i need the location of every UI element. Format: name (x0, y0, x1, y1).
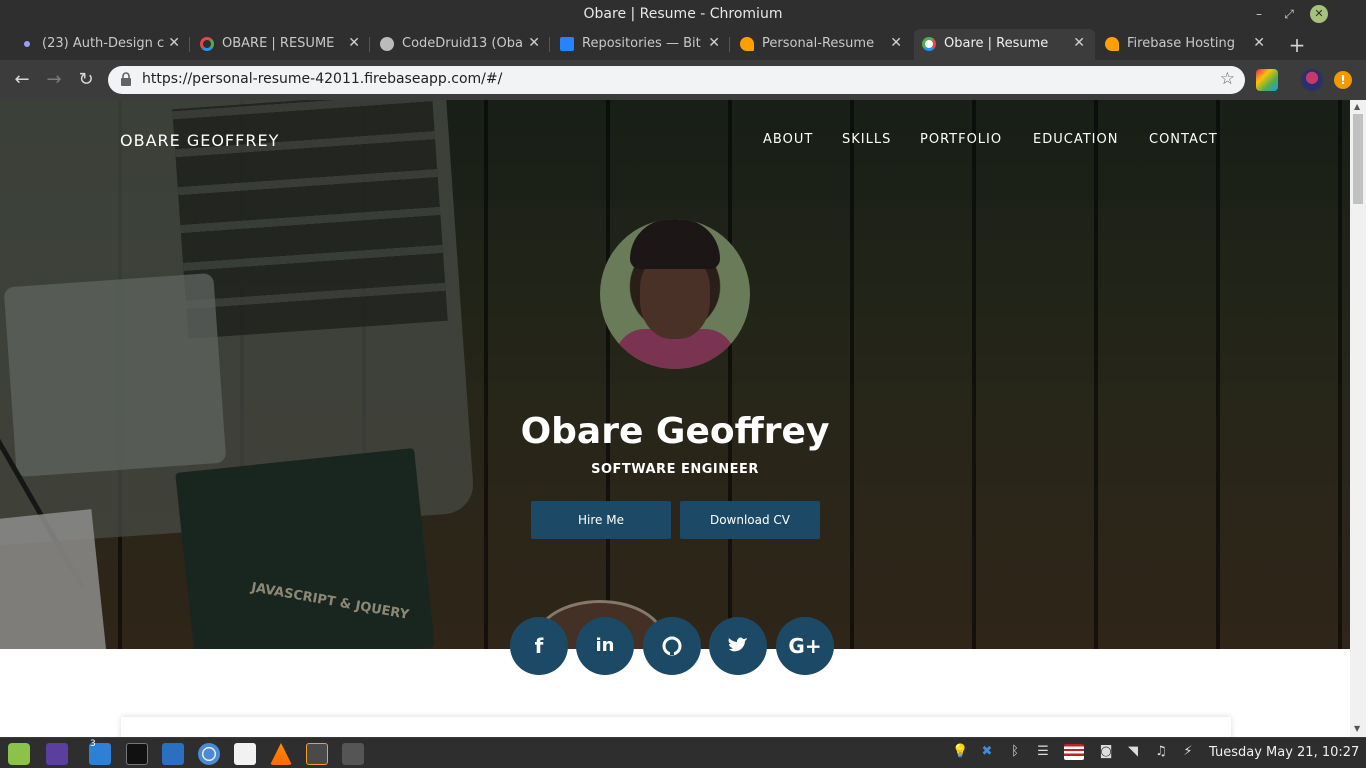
hero-name: Obare Geoffrey (520, 411, 830, 452)
chromium-icon[interactable] (198, 743, 220, 765)
tab-label: (23) Auth-Design c (42, 36, 165, 51)
url-text: https://personal-resume-42011.firebaseap… (142, 71, 503, 87)
tab-firebase-hosting[interactable]: Firebase Hosting ✕ (1097, 29, 1275, 60)
linkedin-icon[interactable]: in (576, 617, 634, 675)
sublime-icon[interactable] (306, 743, 328, 765)
vscode-icon[interactable] (162, 743, 184, 765)
nav-about[interactable]: ABOUT (763, 132, 813, 147)
minimize-icon[interactable]: – (1250, 5, 1268, 23)
power-icon[interactable]: ⚡ (1180, 744, 1196, 760)
tab-label: OBARE | RESUME (222, 36, 335, 51)
page-viewport: JAVASCRIPT & JQUERY OBARE GEOFFREY ABOUT… (0, 100, 1350, 737)
nav-contact[interactable]: CONTACT (1149, 132, 1218, 147)
tab-bitbucket[interactable]: Repositories — Bit ✕ (552, 29, 730, 60)
clock[interactable]: Tuesday May 21, 10:27 (1209, 745, 1359, 760)
dot-icon (24, 41, 30, 47)
window-titlebar: Obare | Resume - Chromium – ⤢ ✕ (0, 0, 1366, 29)
notes-icon[interactable]: ☰ (1035, 744, 1051, 760)
hire-me-button[interactable]: Hire Me (531, 501, 671, 539)
tab-label: Obare | Resume (944, 36, 1049, 51)
extension-icon[interactable] (1256, 69, 1278, 91)
spinner-icon (922, 37, 936, 51)
tab-codedruid[interactable]: CodeDruid13 (Oba ✕ (372, 29, 550, 60)
close-tab-icon[interactable]: ✕ (1073, 35, 1085, 51)
bookmark-star-icon[interactable]: ☆ (1220, 69, 1235, 89)
scroll-thumb[interactable] (1353, 114, 1363, 204)
browser-toolbar: ← → ↻ https://personal-resume-42011.fire… (0, 60, 1366, 100)
workspace-icon[interactable] (46, 743, 68, 765)
music-icon[interactable]: ♫ (1153, 744, 1169, 760)
github-logo-shape (662, 636, 682, 656)
update-alert-icon[interactable]: ! (1334, 71, 1352, 89)
google-plus-icon[interactable]: G+ (776, 617, 834, 675)
spinner-icon (200, 37, 214, 51)
mint-menu-icon[interactable] (8, 743, 30, 765)
vlc-icon[interactable] (270, 743, 292, 765)
nav-skills[interactable]: SKILLS (842, 132, 891, 147)
page-scrollbar[interactable]: ▲ ▼ (1350, 100, 1366, 737)
tab-personal-resume[interactable]: Personal-Resume ✕ (732, 29, 912, 60)
restore-icon[interactable]: ⤢ (1280, 5, 1298, 23)
hero-role: SOFTWARE ENGINEER (591, 462, 759, 477)
tray-bulb-icon[interactable]: 💡 (952, 744, 968, 760)
download-cv-button[interactable]: Download CV (680, 501, 820, 539)
taskbar: 3 💡 ✖ ᛒ ☰ ◙ ◥ ♫ ⚡ Tuesday May 21, 10:27 (0, 737, 1366, 768)
about-card (121, 717, 1231, 737)
address-bar[interactable]: https://personal-resume-42011.firebaseap… (108, 66, 1245, 94)
forward-icon[interactable]: → (42, 68, 66, 92)
new-tab-icon[interactable]: + (1286, 33, 1308, 57)
screenshot-icon[interactable]: ◙ (1098, 744, 1114, 760)
tab-obare-resume-upper[interactable]: OBARE | RESUME ✕ (192, 29, 370, 60)
files-badge: 3 (90, 739, 96, 749)
tab-label: Personal-Resume (762, 36, 875, 51)
lock-icon (121, 72, 131, 86)
window-title: Obare | Resume - Chromium (583, 6, 783, 22)
tab-label: Repositories — Bit (582, 36, 701, 51)
text-editor-icon[interactable] (234, 743, 256, 765)
nav-portfolio[interactable]: PORTFOLIO (920, 132, 1002, 147)
tab-obare-resume-active[interactable]: Obare | Resume ✕ (914, 29, 1095, 60)
close-window-icon[interactable]: ✕ (1310, 5, 1328, 23)
firebase-icon (1105, 37, 1119, 51)
video-editor-icon[interactable] (342, 743, 364, 765)
firebase-icon (740, 37, 754, 51)
tab-label: Firebase Hosting (1127, 36, 1236, 51)
close-tab-icon[interactable]: ✕ (528, 35, 540, 51)
close-tab-icon[interactable]: ✕ (348, 35, 360, 51)
close-tab-icon[interactable]: ✕ (708, 35, 720, 51)
wifi-icon[interactable]: ◥ (1125, 744, 1141, 760)
github-icon (380, 37, 394, 51)
profile-photo (600, 219, 750, 369)
close-tab-icon[interactable]: ✕ (1253, 35, 1265, 51)
bluetooth-icon[interactable]: ᛒ (1007, 744, 1023, 760)
terminal-icon[interactable] (126, 743, 148, 765)
back-icon[interactable]: ← (10, 68, 34, 92)
tab-strip: (23) Auth-Design c ✕ OBARE | RESUME ✕ Co… (0, 29, 1366, 60)
tab-label: CodeDruid13 (Oba (402, 36, 523, 51)
github-icon[interactable] (643, 617, 701, 675)
twitter-icon[interactable] (709, 617, 767, 675)
tab-auth-design[interactable]: (23) Auth-Design c ✕ (12, 29, 190, 60)
profile-avatar-icon[interactable] (1301, 69, 1323, 91)
close-tab-icon[interactable]: ✕ (168, 35, 180, 51)
site-brand[interactable]: OBARE GEOFFREY (120, 131, 279, 150)
close-tab-icon[interactable]: ✕ (890, 35, 902, 51)
tray-shield-icon[interactable]: ✖ (979, 744, 995, 760)
bitbucket-icon (560, 37, 574, 51)
scroll-up-icon[interactable]: ▲ (1354, 102, 1360, 111)
us-flag-icon[interactable] (1064, 744, 1084, 760)
twitter-bird-shape (728, 637, 747, 652)
scroll-down-icon[interactable]: ▼ (1354, 724, 1360, 733)
hero-section: JAVASCRIPT & JQUERY OBARE GEOFFREY ABOUT… (0, 100, 1350, 649)
reload-icon[interactable]: ↻ (74, 68, 98, 92)
facebook-icon[interactable]: f (510, 617, 568, 675)
nav-education[interactable]: EDUCATION (1033, 132, 1118, 147)
